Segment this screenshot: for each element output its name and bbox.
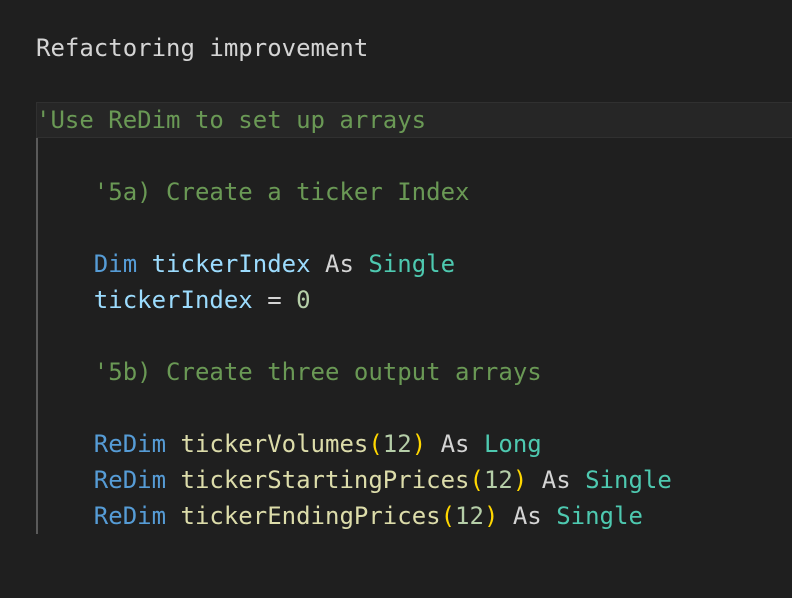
code-token-type: Single bbox=[585, 466, 672, 494]
code-token-keyword: ReDim bbox=[93, 430, 167, 458]
code-token-plain: As bbox=[527, 466, 586, 494]
code-line[interactable]: '5a) Create a ticker Index bbox=[36, 174, 470, 210]
code-token-number: 12 bbox=[483, 466, 513, 494]
code-token-plain: As bbox=[310, 250, 369, 278]
code-token-bracket: ) bbox=[411, 430, 427, 458]
page-title: Refactoring improvement bbox=[36, 34, 369, 62]
code-token-plain: As bbox=[426, 430, 484, 458]
code-token-number: 0 bbox=[296, 286, 311, 314]
code-token-number: 12 bbox=[382, 430, 412, 458]
code-token-comment: 'Use ReDim to set up arrays bbox=[36, 106, 427, 134]
code-line[interactable]: Dim tickerIndex As Single bbox=[36, 246, 455, 282]
code-token-variable: tickerIndex bbox=[151, 250, 311, 278]
code-token-function: tickerEndingPrices bbox=[180, 502, 441, 530]
code-token-function: tickerStartingPrices bbox=[180, 466, 470, 494]
code-token-bracket: ( bbox=[368, 430, 383, 458]
code-token-variable: tickerIndex bbox=[93, 286, 253, 314]
code-line[interactable]: ReDim tickerVolumes(12) As Long bbox=[36, 426, 542, 462]
code-token-type: Single bbox=[368, 250, 456, 278]
code-token-type: Single bbox=[556, 502, 643, 530]
code-token-number: 12 bbox=[455, 502, 484, 530]
code-token-bracket: ( bbox=[469, 466, 484, 494]
code-token-comment: '5a) Create a ticker Index bbox=[93, 178, 470, 206]
code-token-keyword: ReDim bbox=[93, 466, 167, 494]
code-line[interactable]: '5b) Create three output arrays bbox=[36, 354, 542, 390]
code-token-bracket: ( bbox=[440, 502, 456, 530]
code-token-plain: = bbox=[252, 286, 297, 314]
code-token-keyword: Dim bbox=[93, 250, 138, 278]
code-line[interactable]: ReDim tickerStartingPrices(12) As Single bbox=[36, 462, 672, 498]
code-token-bracket: ) bbox=[512, 466, 528, 494]
code-token-plain: As bbox=[498, 502, 557, 530]
code-line[interactable]: 'Use ReDim to set up arrays bbox=[36, 102, 426, 138]
code-token-bracket: ) bbox=[483, 502, 499, 530]
code-line[interactable]: tickerIndex = 0 bbox=[36, 282, 311, 318]
code-token-comment: '5b) Create three output arrays bbox=[93, 358, 542, 386]
code-token-type: Long bbox=[483, 430, 542, 458]
code-line[interactable]: ReDim tickerEndingPrices(12) As Single bbox=[36, 498, 643, 534]
code-token-function: tickerVolumes bbox=[180, 430, 369, 458]
code-token-keyword: ReDim bbox=[93, 502, 167, 530]
